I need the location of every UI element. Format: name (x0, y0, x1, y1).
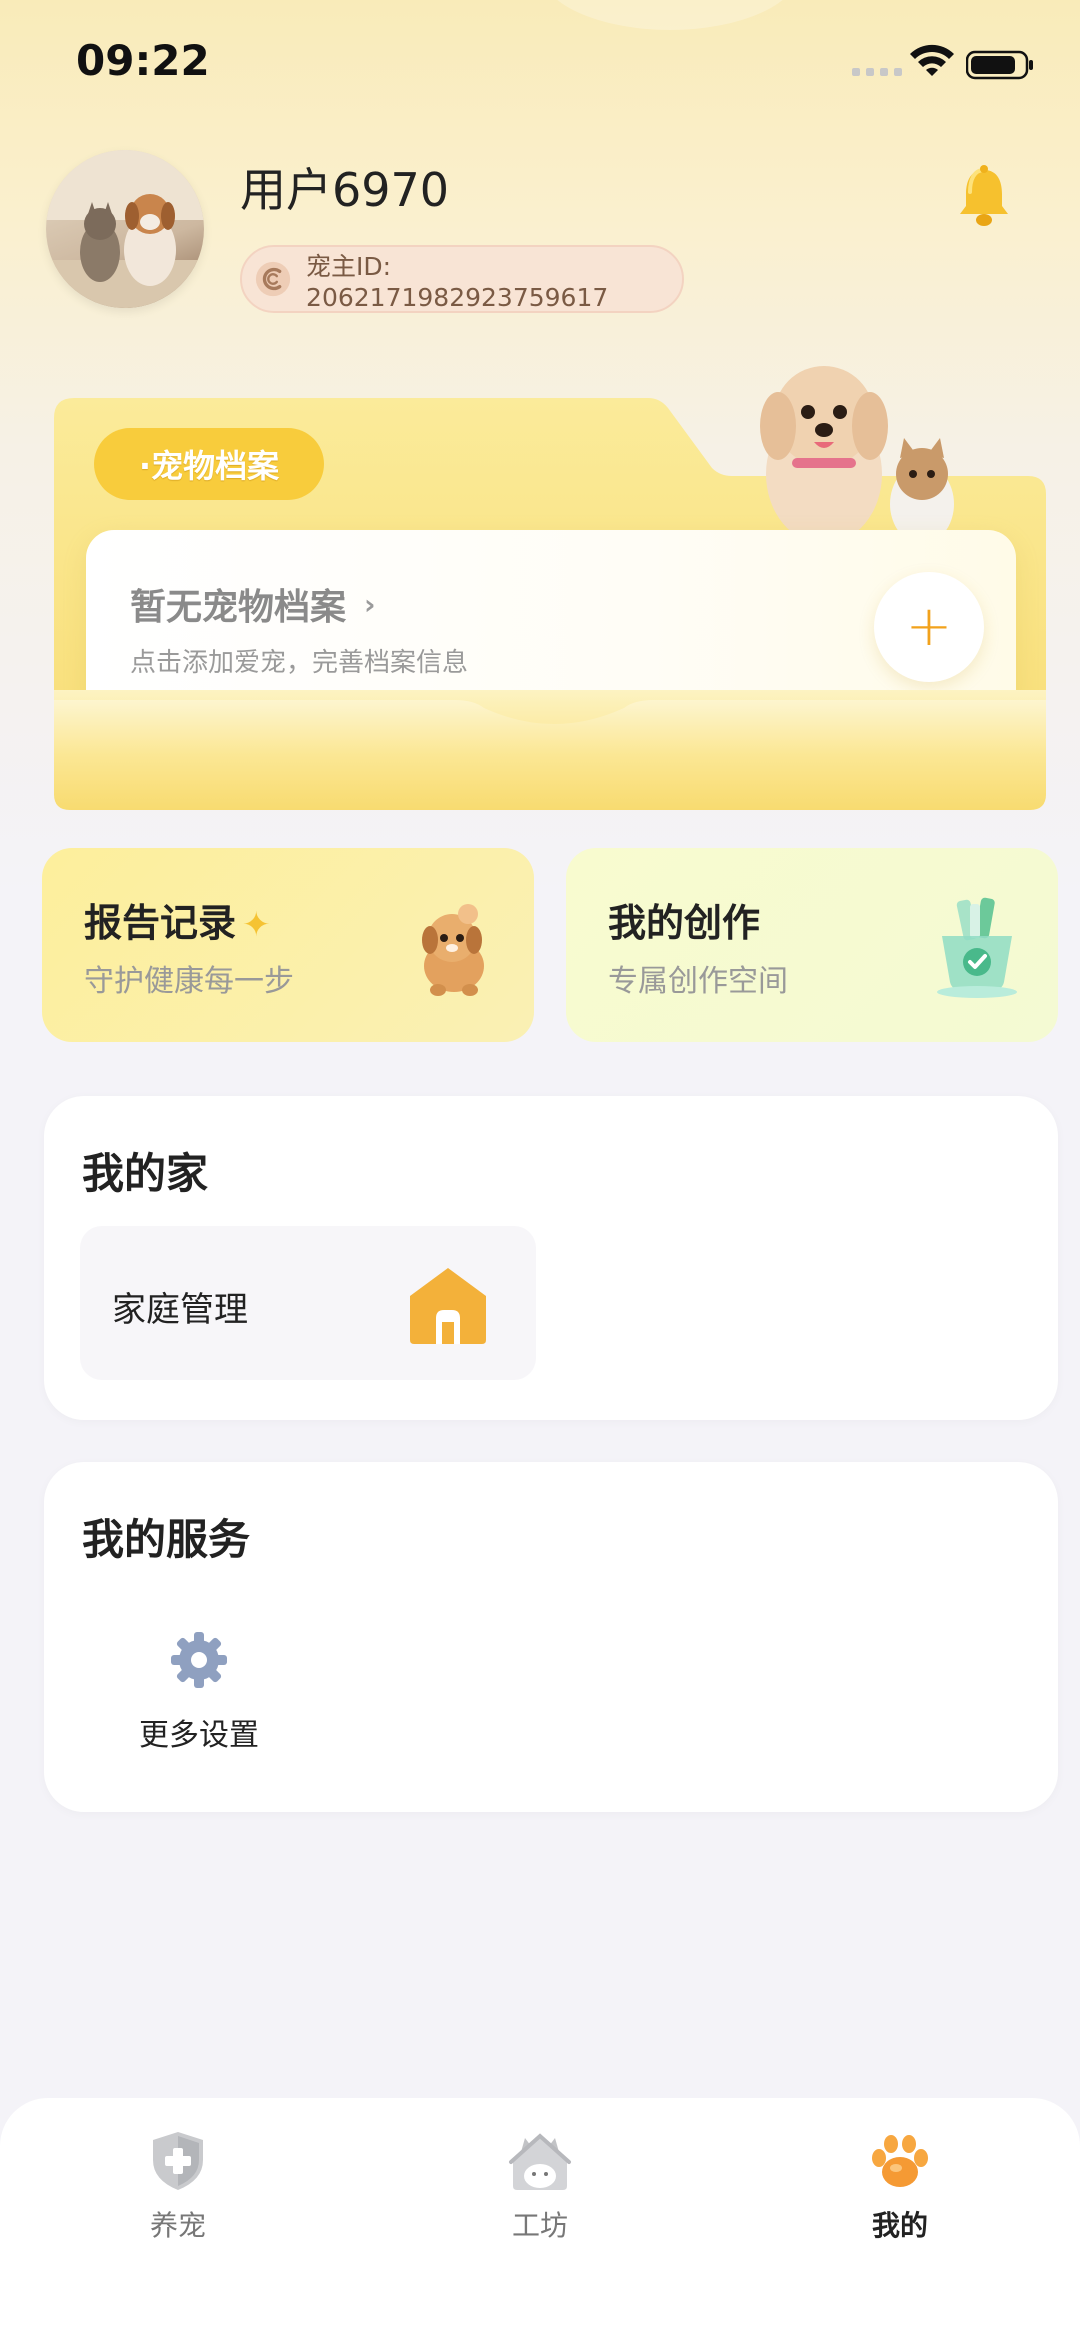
gear-icon (171, 1632, 227, 1688)
add-pet-button[interactable]: + (874, 572, 984, 682)
sparkle-icon: ✦ (242, 905, 271, 945)
dog-and-cat-illustration (760, 366, 954, 544)
brand-logo-icon (255, 261, 291, 297)
report-records-subtitle: 守护健康每一步 (84, 964, 294, 999)
shield-cross-icon (153, 2132, 203, 2190)
report-records-card[interactable]: 报告记录 ✦ 守护健康每一步 (42, 848, 534, 1042)
status-bar: 09:22 (0, 0, 1080, 130)
owner-id-badge[interactable]: 宠主ID: 2062171982923759617 (240, 245, 684, 313)
my-services-title: 我的服务 (82, 1515, 251, 1564)
chevron-right-icon: › (364, 587, 376, 621)
my-creations-title: 我的创作 (608, 901, 761, 945)
status-time: 09:22 (76, 36, 210, 85)
folder-pocket (54, 690, 1046, 810)
tab-pet-care[interactable]: 养宠 (78, 2128, 278, 2244)
dog-report-icon (422, 904, 484, 996)
tab-mine[interactable]: 我的 (800, 2128, 1000, 2244)
my-creations-subtitle: 专属创作空间 (608, 964, 788, 999)
plus-icon: + (905, 594, 953, 659)
tab-pet-care-label: 养宠 (149, 2209, 206, 2242)
more-settings-label: 更多设置 (139, 1718, 259, 1753)
my-home-section: 我的家 家庭管理 (44, 1096, 1058, 1420)
tab-mine-label: 我的 (871, 2209, 928, 2242)
report-title-text: 报告记录 (84, 901, 237, 945)
paw-icon (872, 2135, 928, 2187)
family-management-label: 家庭管理 (112, 1290, 248, 1330)
pet-archive-empty-title: 暂无宠物档案 › (130, 578, 376, 630)
bottom-navigation: 养宠 工坊 我的 (0, 2098, 1080, 2340)
notification-bell-icon[interactable] (952, 164, 1016, 230)
tab-workshop[interactable]: 工坊 (440, 2128, 640, 2244)
my-creations-card[interactable]: 我的创作 专属创作空间 (566, 848, 1058, 1042)
my-services-section: 我的服务 更多设置 (44, 1462, 1058, 1812)
owner-id-text: 宠主ID: 2062171982923759617 (306, 251, 609, 312)
report-records-title: 报告记录 ✦ (84, 892, 271, 947)
battery-icon (966, 50, 1033, 80)
house-icon (410, 1268, 486, 1344)
tab-workshop-label: 工坊 (511, 2209, 568, 2242)
avatar[interactable] (46, 150, 204, 308)
empty-title-text: 暂无宠物档案 (130, 587, 347, 628)
creation-cup-icon (937, 897, 1017, 998)
pet-archive-empty-subtitle: 点击添加爱宠，完善档案信息 (130, 648, 469, 678)
pet-archive-tag: ·宠物档案 (94, 428, 324, 500)
cat-house-icon (509, 2133, 571, 2190)
my-home-title: 我的家 (82, 1149, 209, 1198)
cellular-signal-icon (852, 68, 902, 76)
avatar-pets-icon (46, 150, 204, 308)
wifi-icon (910, 44, 954, 76)
username: 用户6970 (240, 163, 450, 217)
family-management-item[interactable]: 家庭管理 (80, 1226, 536, 1380)
more-settings-item[interactable]: 更多设置 (124, 1630, 274, 1754)
